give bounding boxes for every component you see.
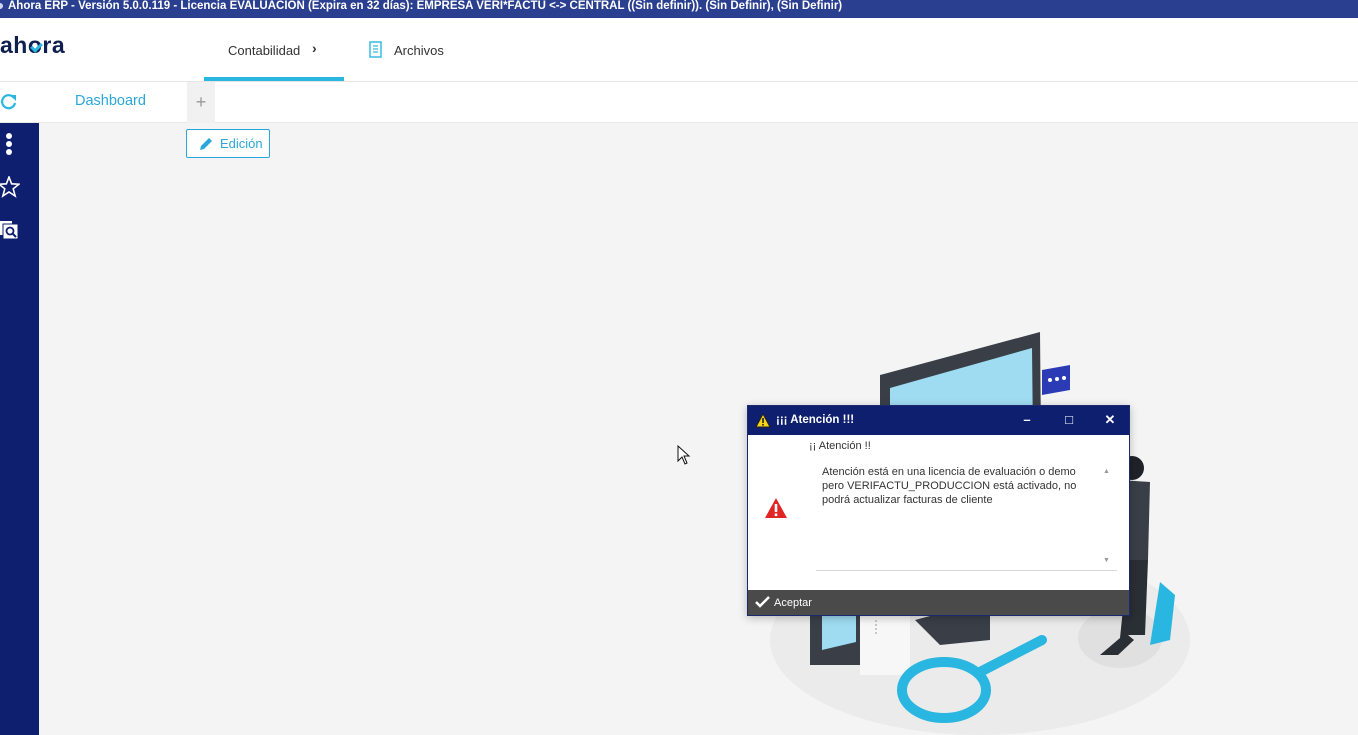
- dialog-title: ¡¡¡ Atención !!!: [776, 414, 855, 426]
- tab-dashboard[interactable]: Dashboard: [75, 93, 146, 109]
- top-navigation: ahora Contabilidad › Archivos: [0, 18, 1358, 82]
- tab-archivos-label: Archivos: [394, 43, 444, 58]
- window-title: Ahora ERP - Versión 5.0.0.119 - Licencia…: [8, 0, 843, 12]
- search-documents-icon[interactable]: [0, 219, 20, 241]
- edit-button[interactable]: Edición: [186, 129, 270, 158]
- star-icon[interactable]: [0, 176, 20, 198]
- scroll-up-icon[interactable]: ▲: [1103, 468, 1110, 475]
- minimize-icon[interactable]: –: [1019, 412, 1035, 428]
- more-vertical-icon[interactable]: [0, 131, 18, 159]
- dialog-titlebar: ¡¡¡ Atención !!! – □ ✕: [748, 406, 1129, 435]
- sidebar: [0, 123, 39, 735]
- refresh-icon[interactable]: [0, 93, 18, 111]
- warning-icon: [755, 413, 771, 428]
- document-icon: [369, 41, 382, 58]
- dashboard-tabbar: Dashboard +: [0, 82, 1358, 123]
- accept-button-label: Aceptar: [774, 597, 812, 609]
- close-icon[interactable]: ✕: [1102, 412, 1118, 428]
- accept-button[interactable]: Aceptar: [748, 590, 1129, 615]
- tab-contabilidad[interactable]: Contabilidad ›: [204, 18, 344, 81]
- pencil-icon: [200, 138, 212, 150]
- error-warning-icon: [765, 498, 787, 518]
- checkmark-icon: [755, 596, 770, 608]
- dialog-divider: [816, 570, 1117, 571]
- edit-button-label: Edición: [220, 136, 263, 151]
- app-icon: [0, 3, 3, 9]
- window-titlebar: Ahora ERP - Versión 5.0.0.119 - Licencia…: [0, 0, 1358, 18]
- chevron-right-icon: ›: [312, 40, 317, 56]
- add-tab-button[interactable]: +: [187, 82, 215, 123]
- scroll-down-icon[interactable]: ▼: [1103, 557, 1110, 564]
- dialog-heading: ¡¡ Atención !!: [809, 440, 871, 452]
- mouse-cursor-icon: [677, 445, 691, 465]
- ahora-logo: ahora: [0, 32, 66, 58]
- tab-contabilidad-label: Contabilidad: [228, 43, 301, 58]
- attention-dialog: ¡¡¡ Atención !!! – □ ✕ ¡¡ Atención !! At…: [747, 405, 1130, 616]
- dialog-message: Atención está en una licencia de evaluac…: [822, 466, 1077, 506]
- maximize-icon[interactable]: □: [1061, 412, 1077, 428]
